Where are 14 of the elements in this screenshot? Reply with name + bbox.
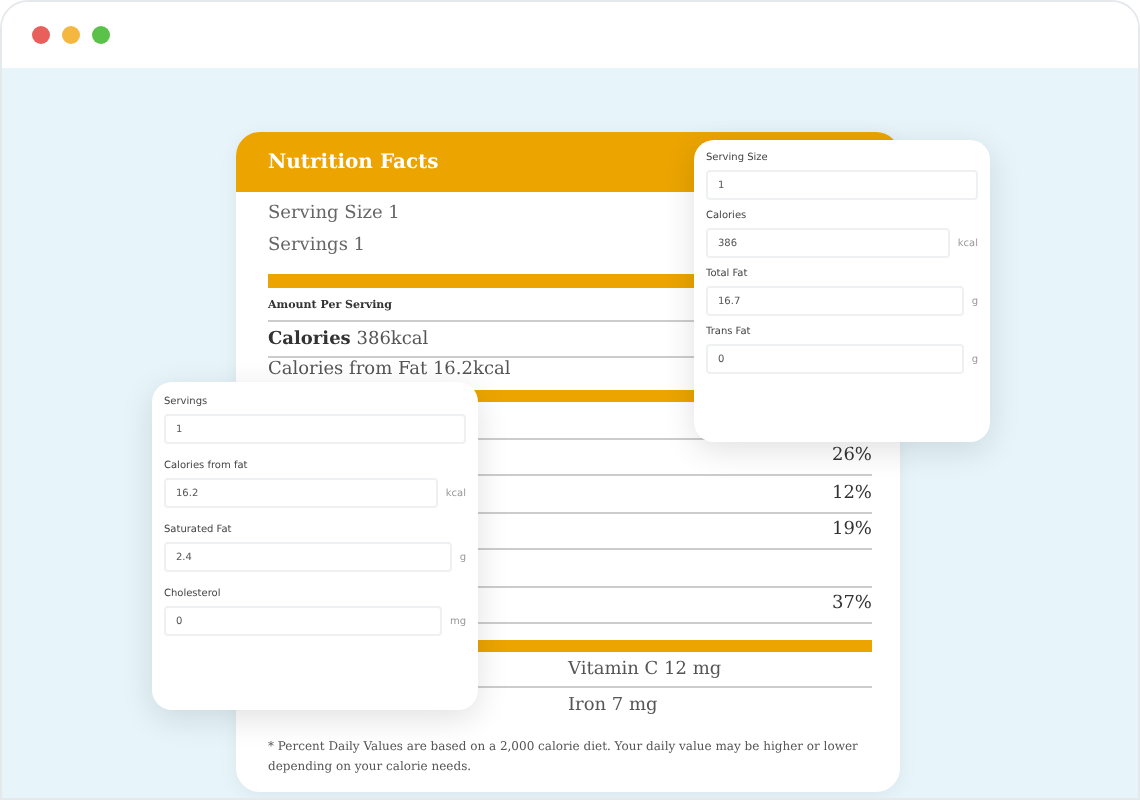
- daily-value-percent: 19%: [831, 520, 872, 541]
- vitamin-text: Iron 7 mg: [568, 695, 658, 715]
- daily-value-percent: 37%: [831, 594, 872, 615]
- close-icon[interactable]: [32, 26, 50, 44]
- daily-value-percent: 26%: [831, 446, 872, 467]
- calories-text: Calories 386kcal: [268, 329, 429, 349]
- maximize-icon[interactable]: [92, 26, 110, 44]
- label-title: Nutrition Facts: [268, 151, 439, 173]
- vitamin-text: Vitamin C 12 mg: [568, 659, 722, 679]
- calories-from-fat-text: Calories from Fat 16.2kcal: [268, 360, 511, 380]
- daily-value-percent: 12%: [831, 483, 872, 504]
- servings-text: Servings 1: [268, 236, 366, 256]
- serving-size-text: Serving Size 1: [268, 204, 400, 224]
- minimize-icon[interactable]: [62, 26, 80, 44]
